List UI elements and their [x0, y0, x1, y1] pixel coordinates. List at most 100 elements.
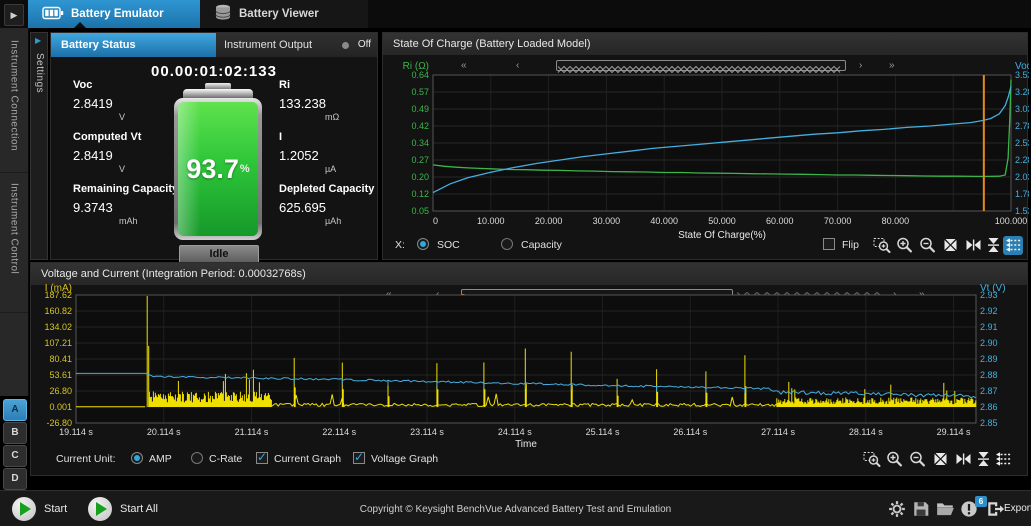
zoom-region-icon[interactable]	[871, 236, 891, 255]
fit-horizontal-icon[interactable]	[963, 236, 983, 255]
soc-y-right-tick: 3.53	[1015, 70, 1029, 80]
current-graph-checkbox[interactable]	[256, 452, 268, 464]
channel-button-b[interactable]: B	[3, 422, 27, 444]
fit-vertical-icon[interactable]	[973, 450, 993, 469]
vi-chart-svg[interactable]: I (mA)Vt (V)187.62160.82134.02107.2180.4…	[31, 283, 1029, 451]
metric-remaining-capacity: Remaining Capacity 9.3743 mAh	[73, 183, 183, 226]
vi-y-right-tick: 2.89	[980, 354, 998, 364]
vi-x-tick: 29.114 s	[937, 427, 971, 437]
metric-depleted-capacity: Depleted Capacity 625.695 µAh	[279, 183, 389, 226]
sidebar-item-label: Instrument Connection	[9, 40, 20, 172]
battery-graphic: 93.7 %	[174, 83, 262, 240]
fit-vertical-icon[interactable]	[983, 236, 1003, 255]
soc-x-tick: 80.000	[882, 216, 910, 226]
open-folder-icon[interactable]	[936, 500, 954, 518]
vi-y-left-tick: 160.82	[44, 306, 72, 316]
sidebar-expand-icon[interactable]: ▶	[4, 4, 24, 26]
tab-label: Battery Emulator	[71, 8, 164, 20]
vi-y-left-tick: 107.21	[44, 338, 72, 348]
soc-y-left-tick: 0.57	[411, 87, 429, 97]
vi-y-right-tick: 2.91	[980, 322, 998, 332]
metric-label: Remaining Capacity	[73, 183, 183, 195]
metric-value: 133.238	[279, 96, 389, 111]
left-sidebar: Instrument Connection Instrument Control	[0, 28, 29, 396]
settings-gear-icon[interactable]	[888, 500, 906, 518]
vi-y-right-tick: 2.88	[980, 370, 998, 380]
channel-button-c[interactable]: C	[3, 445, 27, 467]
current-unit-label: Current Unit:	[56, 453, 116, 475]
vi-y-left-tick: 187.62	[44, 290, 72, 300]
radio-soc[interactable]	[417, 238, 429, 250]
tab-battery-emulator[interactable]: Battery Emulator	[28, 0, 200, 28]
channel-button-a[interactable]: A	[3, 399, 27, 421]
soc-x-axis-title: State Of Charge(%)	[678, 230, 766, 241]
radio-c-rate[interactable]	[191, 452, 203, 464]
save-icon[interactable]	[912, 500, 930, 518]
soc-y-left-tick: 0.34	[411, 138, 429, 148]
soc-x-tick: 10.000	[477, 216, 505, 226]
metric-value: 9.3743	[73, 200, 183, 215]
vi-x-tick: 28.114 s	[849, 427, 883, 437]
zoom-out-icon[interactable]	[907, 450, 927, 469]
soc-y-right-tick: 2.03	[1015, 172, 1029, 182]
vi-x-tick: 25.114 s	[586, 427, 620, 437]
battery-icon	[42, 6, 64, 23]
soc-y-left-tick: 0.42	[411, 121, 429, 131]
top-tab-bar: ▶ Battery Emulator Battery Viewer	[0, 0, 1031, 29]
zoom-in-icon[interactable]	[884, 450, 904, 469]
vi-x-tick: 26.114 s	[673, 427, 707, 437]
export-label: Export	[1004, 503, 1031, 514]
settings-strip[interactable]: ▶ Settings	[30, 32, 48, 260]
settings-label: Settings	[34, 53, 45, 93]
vi-y-left-tick: 26.80	[49, 386, 72, 396]
metric-value: 625.695	[279, 200, 389, 215]
charge-percent: 93.7	[186, 154, 239, 185]
soc-chart-svg[interactable]: Ri (Ω)Voc (V)0.640.570.490.420.340.270.2…	[383, 57, 1029, 257]
footer-bar: Start Start All Copyright © Keysight Ben…	[0, 490, 1031, 526]
tab-battery-viewer[interactable]: Battery Viewer	[200, 0, 368, 28]
fit-horizontal-icon[interactable]	[953, 450, 973, 469]
sidebar-item-instrument-control[interactable]: Instrument Control	[0, 173, 28, 313]
channel-button-d[interactable]: D	[3, 468, 27, 490]
soc-chart-panel: State Of Charge (Battery Loaded Model) «…	[382, 32, 1028, 260]
export-icon[interactable]	[986, 500, 1004, 518]
settings-expand-icon[interactable]: ▶	[35, 36, 41, 45]
soc-y-right-tick: 1.53	[1015, 206, 1029, 216]
zoom-out-icon[interactable]	[917, 236, 937, 255]
soc-y-right-tick: 3.03	[1015, 104, 1029, 114]
metric-current: I 1.2052 µA	[279, 131, 389, 174]
voltage-graph-checkbox[interactable]	[353, 452, 365, 464]
soc-x-tick: 60.000	[766, 216, 794, 226]
vi-y-left-tick: 53.61	[49, 370, 72, 380]
zoom-region-icon[interactable]	[861, 450, 881, 469]
metric-label: Ri	[279, 79, 389, 91]
battery-status-header[interactable]: Battery Status	[51, 33, 216, 57]
radio-soc-label: SOC	[437, 239, 460, 261]
vi-chart-panel: Voltage and Current (Integration Period:…	[30, 262, 1028, 476]
vi-y-right-tick: 2.93	[980, 290, 998, 300]
current-graph-label: Current Graph	[274, 453, 341, 475]
vi-x-tick: 27.114 s	[761, 427, 795, 437]
output-state-dot[interactable]	[342, 42, 349, 49]
soc-y-right-tick: 2.78	[1015, 121, 1029, 131]
soc-x-mode-label: X:	[395, 239, 405, 261]
auto-track-icon[interactable]	[1003, 236, 1023, 255]
zoom-in-icon[interactable]	[894, 236, 914, 255]
sidebar-item-instrument-connection[interactable]: Instrument Connection	[0, 28, 28, 173]
soc-y-right-tick: 2.53	[1015, 138, 1029, 148]
vi-x-tick: 21.114 s	[235, 427, 269, 437]
instrument-output-label: Instrument Output	[224, 39, 312, 51]
radio-amp[interactable]	[131, 452, 143, 464]
auto-track-icon[interactable]	[993, 450, 1013, 469]
instrument-output-header[interactable]: Instrument Output Off	[216, 33, 377, 57]
battery-status-panel: Battery Status Instrument Output Off 00.…	[50, 32, 378, 260]
vi-x-tick: 22.114 s	[322, 427, 356, 437]
fit-all-icon[interactable]	[940, 236, 960, 255]
metric-ri: Ri 133.238 mΩ	[279, 79, 389, 122]
fit-all-icon[interactable]	[930, 450, 950, 469]
flip-checkbox[interactable]	[823, 238, 835, 250]
radio-capacity[interactable]	[501, 238, 513, 250]
application-window: ▶ Battery Emulator Battery Viewer Instru…	[0, 0, 1031, 526]
soc-y-left-tick: 0.49	[411, 104, 429, 114]
radio-capacity-label: Capacity	[521, 239, 562, 261]
